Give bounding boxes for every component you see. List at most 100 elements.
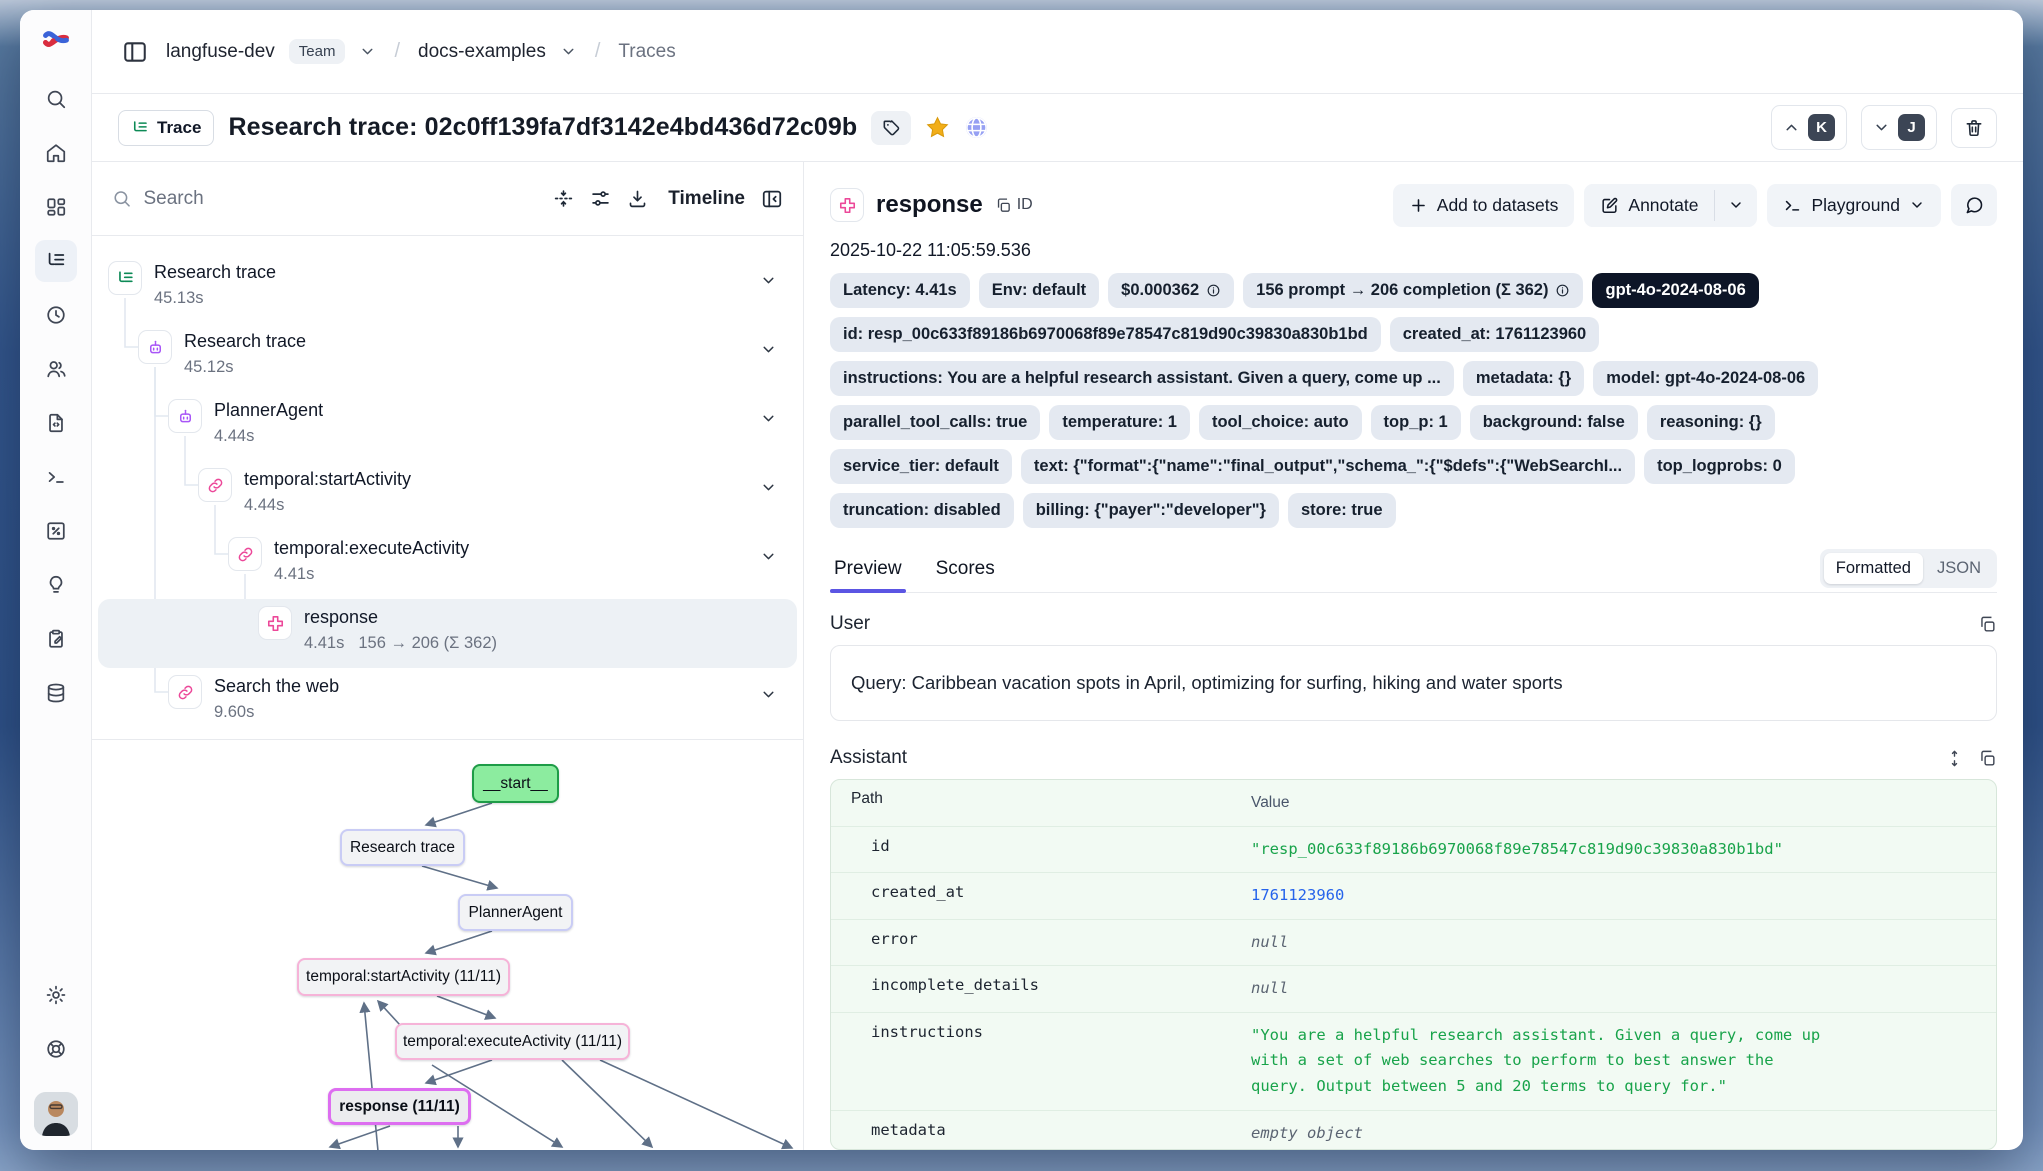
assistant-heading: Assistant <box>830 747 907 769</box>
graph-node-research-trace[interactable]: Research trace <box>340 829 465 866</box>
app-window: langfuse-dev Team / docs-examples / Trac… <box>20 10 2023 1150</box>
generation-icon <box>830 188 864 222</box>
chevron-down-icon <box>1909 197 1925 213</box>
table-row[interactable]: instructions "You are a helpful research… <box>831 1012 1996 1110</box>
graph-node-response[interactable]: response (11/11) <box>328 1088 471 1125</box>
chevron-down-icon[interactable] <box>760 325 777 363</box>
chevron-down-icon[interactable] <box>760 670 777 708</box>
column-value: Value <box>1251 780 1871 826</box>
annotation-clipboard-icon[interactable] <box>35 618 77 660</box>
support-lifebuoy-icon[interactable] <box>35 1028 77 1070</box>
copy-icon <box>1978 615 1997 634</box>
tree-row[interactable]: temporal:startActivity4.44s <box>92 463 803 532</box>
copy-id-button[interactable]: ID <box>995 196 1033 214</box>
tree-row[interactable]: temporal:executeActivity4.41s <box>92 532 803 601</box>
chevron-down-icon[interactable] <box>760 532 777 570</box>
info-icon <box>1206 283 1221 298</box>
toggle-json[interactable]: JSON <box>1925 553 1993 584</box>
sidebar-toggle-icon[interactable] <box>118 35 152 69</box>
breadcrumb-section[interactable]: Traces <box>618 41 675 63</box>
tokens-badge[interactable]: 156 prompt → 206 completion (Σ 362) <box>1243 273 1583 308</box>
sessions-clock-icon[interactable] <box>35 294 77 336</box>
tree-row[interactable]: PlannerAgent4.44s <box>92 394 803 463</box>
tab-scores[interactable]: Scores <box>932 545 999 592</box>
home-icon[interactable] <box>35 132 77 174</box>
breadcrumb-project[interactable]: docs-examples <box>418 41 546 63</box>
param-badge: id: resp_00c633f89186b6970068f89e78547c8… <box>830 317 1381 352</box>
timeline-toggle[interactable]: Timeline <box>668 188 745 210</box>
param-badge: created_at: 1761123960 <box>1390 317 1599 352</box>
desktop-background: langfuse-dev Team / docs-examples / Trac… <box>0 0 2043 1171</box>
suggestions-lightbulb-icon[interactable] <box>35 564 77 606</box>
graph-node-execute-activity[interactable]: temporal:executeActivity (11/11) <box>395 1023 630 1060</box>
search-input[interactable] <box>143 188 537 210</box>
chevron-down-icon[interactable] <box>760 256 777 294</box>
org-chevron-down-icon[interactable] <box>359 43 376 60</box>
copy-icon[interactable] <box>1978 749 1997 768</box>
assistant-section-header: Assistant <box>830 747 1997 769</box>
generation-icon <box>258 606 292 640</box>
table-row[interactable]: metadata empty object <box>831 1110 1996 1151</box>
chevron-down-icon[interactable] <box>760 394 777 432</box>
table-row[interactable]: incomplete_details null <box>831 965 1996 1012</box>
tree-row[interactable]: Research trace45.12s <box>92 325 803 394</box>
project-chevron-down-icon[interactable] <box>560 43 577 60</box>
tag-icon[interactable] <box>871 111 911 145</box>
main-area: langfuse-dev Team / docs-examples / Trac… <box>92 10 2023 1150</box>
tree-row-duration: 4.44s <box>214 427 323 446</box>
tree-row-label: Research trace <box>184 330 306 353</box>
shortcut-key-k: K <box>1808 114 1835 141</box>
search-icon[interactable] <box>35 78 77 120</box>
settings-gear-icon[interactable] <box>35 974 77 1016</box>
table-row[interactable]: id "resp_00c633f89186b6970068f89e78547c8… <box>831 826 1996 873</box>
param-badge: truncation: disabled <box>830 493 1014 528</box>
user-section-header: User <box>830 613 1997 635</box>
breadcrumb-org[interactable]: langfuse-dev <box>166 41 275 63</box>
playground-button[interactable]: Playground <box>1767 184 1941 227</box>
datasets-database-icon[interactable] <box>35 672 77 714</box>
model-badge[interactable]: gpt-4o-2024-08-06 <box>1592 273 1758 308</box>
cost-badge[interactable]: $0.000362 <box>1108 273 1234 308</box>
download-icon[interactable] <box>627 188 648 209</box>
panel-collapse-icon[interactable] <box>761 188 783 210</box>
graph-node-start[interactable]: __start__ <box>472 764 559 803</box>
tree-row-selected[interactable]: response 4.41s156 → 206 (Σ 362) <box>92 601 803 670</box>
copy-icon[interactable] <box>1978 615 1997 634</box>
dashboard-icon[interactable] <box>35 186 77 228</box>
tree-settings-sliders-icon[interactable] <box>590 188 611 209</box>
public-globe-icon[interactable] <box>964 115 989 140</box>
table-row[interactable]: created_at 1761123960 <box>831 872 1996 919</box>
next-observation-button[interactable]: J <box>1861 105 1937 150</box>
annotate-button[interactable]: Annotate <box>1584 184 1714 227</box>
tree-row[interactable]: Research trace45.13s <box>92 256 803 325</box>
comments-button[interactable] <box>1951 184 1997 226</box>
graph-node-start-activity[interactable]: temporal:startActivity (11/11) <box>297 958 510 996</box>
annotate-dropdown-button[interactable] <box>1715 184 1757 227</box>
table-row[interactable]: error null <box>831 919 1996 966</box>
tree-row[interactable]: Search the web9.60s <box>92 670 803 739</box>
users-icon[interactable] <box>35 348 77 390</box>
param-badge: parallel_tool_calls: true <box>830 405 1040 440</box>
toggle-formatted[interactable]: Formatted <box>1824 553 1923 584</box>
add-to-datasets-button[interactable]: Add to datasets <box>1393 184 1575 227</box>
param-badge: store: true <box>1288 493 1396 528</box>
tree-row-duration: 45.13s <box>154 289 276 308</box>
copy-icon <box>995 197 1012 214</box>
user-heading: User <box>830 613 870 635</box>
page-title: Research trace: 02c0ff139fa7df3142e4bd43… <box>228 113 857 142</box>
tracing-icon[interactable] <box>35 240 77 282</box>
playground-terminal-icon[interactable] <box>35 456 77 498</box>
prompts-file-icon[interactable] <box>35 402 77 444</box>
evaluation-percent-icon[interactable] <box>35 510 77 552</box>
prev-observation-button[interactable]: K <box>1771 105 1847 150</box>
copy-icon <box>1978 749 1997 768</box>
expand-icon[interactable] <box>1945 749 1964 768</box>
user-avatar[interactable] <box>34 1092 78 1136</box>
collapse-all-icon[interactable] <box>553 188 574 209</box>
chevron-down-icon[interactable] <box>760 463 777 501</box>
graph-node-planner-agent[interactable]: PlannerAgent <box>458 894 573 931</box>
bookmark-star-icon[interactable] <box>925 115 950 140</box>
delete-trace-button[interactable] <box>1951 108 1997 148</box>
tab-preview[interactable]: Preview <box>830 545 906 592</box>
org-plan-badge: Team <box>289 39 346 64</box>
